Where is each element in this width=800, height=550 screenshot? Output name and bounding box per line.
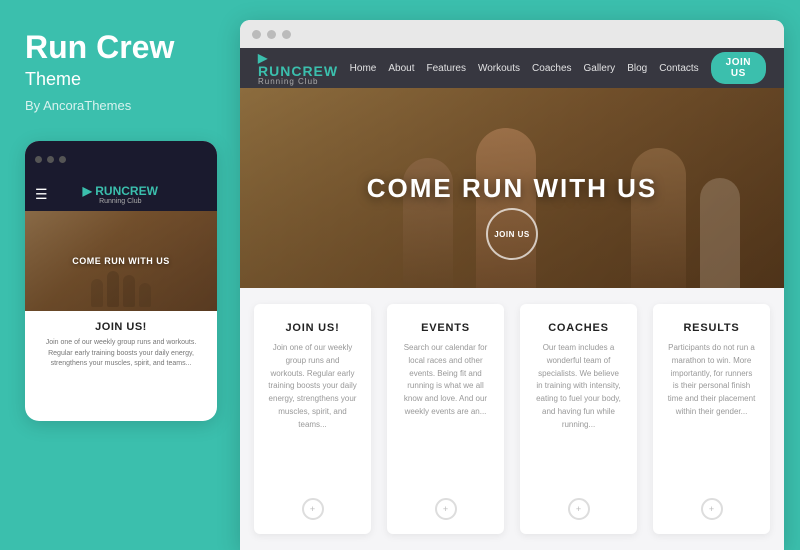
left-panel: Run Crew Theme By AncoraThemes ☰ ▶ RUNCR… [0,0,240,550]
feature-card-0: JOIN US! Join one of our weekly group ru… [254,304,371,534]
website-hero: COME RUN WITH US JOIN US [240,88,784,288]
feature-card-title-0: JOIN US! [285,322,339,334]
browser-dot-1 [252,30,261,39]
nav-join-button[interactable]: JOIN US [711,52,766,84]
hero-runner-far-right [700,178,740,288]
app-author: By AncoraThemes [25,98,215,113]
nav-link-about[interactable]: About [388,63,414,74]
mobile-join-text: Join one of our weekly group runs and wo… [37,338,205,370]
feature-card-3: RESULTS Participants do not run a marath… [653,304,770,534]
hero-join-button[interactable]: JOIN US [486,208,538,260]
mobile-hero: COME RUN WITH US [25,211,217,311]
feature-card-text-1: Search our calendar for local races and … [401,342,490,488]
nav-link-gallery[interactable]: Gallery [584,63,616,74]
mobile-logo-arrow: ▶ [83,184,92,198]
nav-link-features[interactable]: Features [427,63,466,74]
mobile-join-section: JOIN US! Join one of our weekly group ru… [25,311,217,376]
feature-card-title-2: COACHES [548,322,609,334]
website-content: ▶ RUNCREW Running Club Home About Featur… [240,48,784,550]
browser-dot-2 [267,30,276,39]
nav-link-workouts[interactable]: Workouts [478,63,520,74]
mobile-runners [25,261,217,311]
mobile-join-title: JOIN US! [37,321,205,333]
feature-card-text-2: Our team includes a wonderful team of sp… [534,342,623,488]
website-nav: ▶ RUNCREW Running Club Home About Featur… [240,48,784,88]
feature-card-icon-0[interactable]: + [302,498,324,520]
mobile-hero-text: COME RUN WITH US [72,256,170,266]
feature-card-1: EVENTS Search our calendar for local rac… [387,304,504,534]
nav-link-blog[interactable]: Blog [627,63,647,74]
website-logo-sub: Running Club [258,78,350,86]
feature-card-2: COACHES Our team includes a wonderful te… [520,304,637,534]
mobile-top-bar [25,141,217,177]
nav-link-home[interactable]: Home [350,63,377,74]
hero-title: COME RUN WITH US [367,173,658,204]
feature-cards: JOIN US! Join one of our weekly group ru… [240,288,784,550]
website-logo: ▶ RUNCREW Running Club [258,50,350,86]
mobile-dot-1 [35,156,42,163]
feature-card-text-0: Join one of our weekly group runs and wo… [268,342,357,488]
app-subtitle: Theme [25,69,215,90]
hero-runner-right [631,148,686,288]
mobile-dot-2 [47,156,54,163]
feature-card-icon-1[interactable]: + [435,498,457,520]
hamburger-icon[interactable]: ☰ [35,186,48,203]
mobile-logo: ▶ RUNCREW [83,184,158,198]
mobile-mockup: ☰ ▶ RUNCREW Running Club COME RUN WITH U… [25,141,217,421]
feature-card-title-3: RESULTS [683,322,739,334]
mobile-logo-sub: Running Club [83,198,158,205]
mobile-dot-3 [59,156,66,163]
feature-card-icon-2[interactable]: + [568,498,590,520]
website-logo-main: ▶ RUNCREW [258,50,350,78]
website-nav-links: Home About Features Workouts Coaches Gal… [350,52,766,84]
mobile-nav: ☰ ▶ RUNCREW Running Club [25,177,217,211]
feature-card-text-3: Participants do not run a marathon to wi… [667,342,756,488]
feature-card-title-1: EVENTS [421,322,470,334]
browser-mockup: ▶ RUNCREW Running Club Home About Featur… [240,20,784,550]
browser-dot-3 [282,30,291,39]
nav-link-coaches[interactable]: Coaches [532,63,571,74]
browser-top-bar [240,20,784,48]
app-title: Run Crew [25,30,215,65]
feature-card-icon-3[interactable]: + [701,498,723,520]
nav-link-contacts[interactable]: Contacts [659,63,698,74]
